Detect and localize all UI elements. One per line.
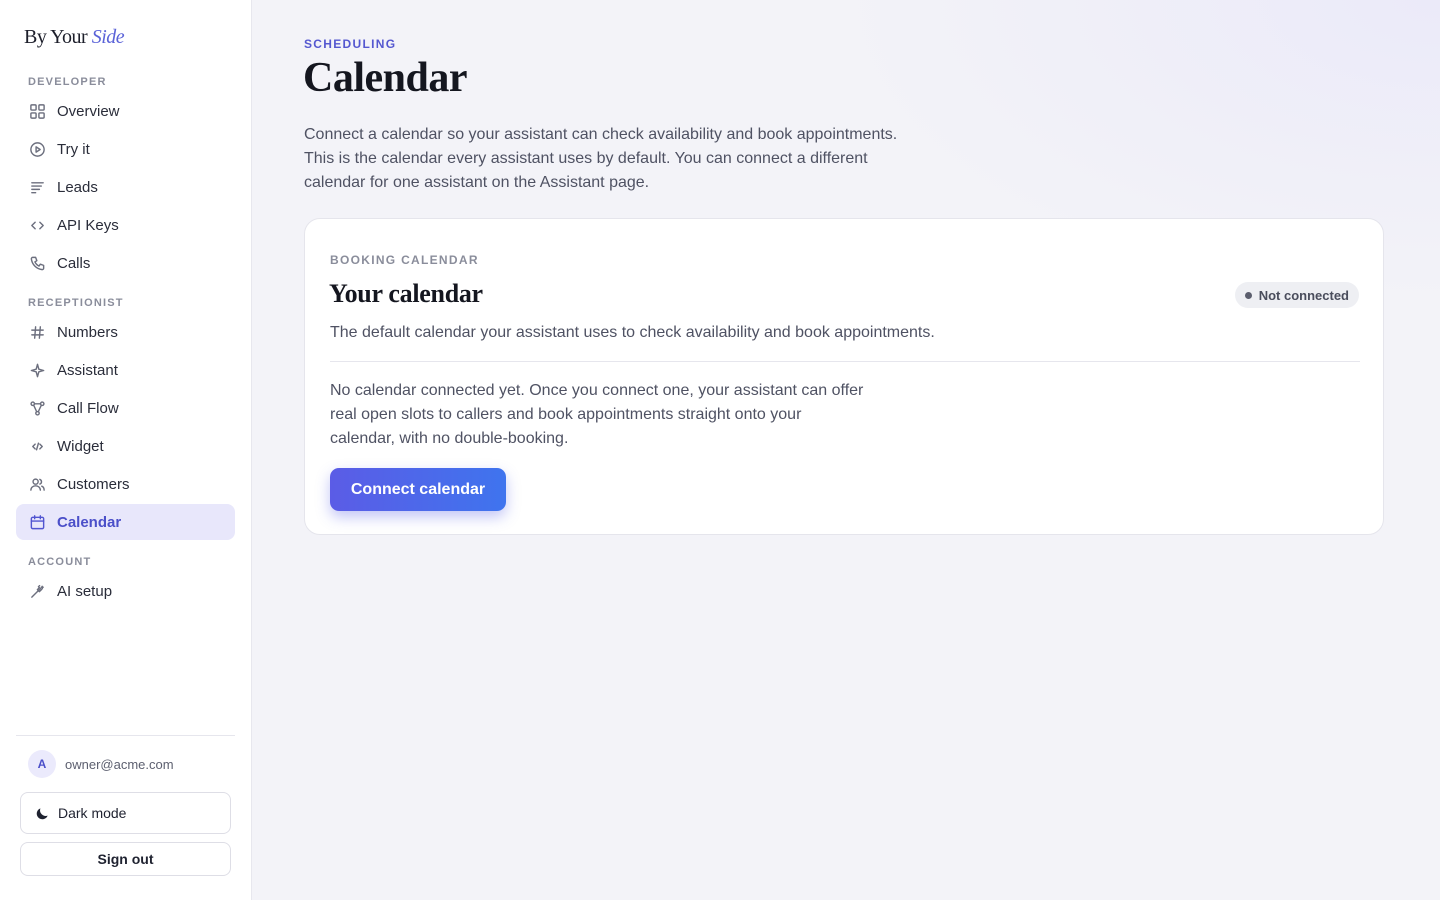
avatar: A <box>28 750 56 778</box>
sidebar-item-label: Call Flow <box>57 399 119 417</box>
sidebar-item-ai-setup[interactable]: AI setup <box>16 573 235 609</box>
play-circle-icon <box>28 140 46 158</box>
sidebar-item-label: Assistant <box>57 361 118 379</box>
moon-icon <box>36 807 48 819</box>
sign-out-button[interactable]: Sign out <box>20 842 231 876</box>
page-eyebrow: SCHEDULING <box>304 37 397 51</box>
dark-mode-button[interactable]: Dark mode <box>20 792 231 834</box>
sidebar-item-label: API Keys <box>57 216 119 234</box>
section-label-developer: DEVELOPER <box>28 76 107 88</box>
connect-calendar-button[interactable]: Connect calendar <box>330 468 506 511</box>
status-label: Not connected <box>1258 287 1349 303</box>
sidebar-item-label: Overview <box>57 102 120 120</box>
calendar-icon <box>28 513 46 531</box>
card-title: Your calendar <box>329 279 483 308</box>
sidebar-item-overview[interactable]: Overview <box>16 93 235 129</box>
user-info: A owner@acme.com <box>28 750 174 778</box>
sidebar-item-try-it[interactable]: Try it <box>16 131 235 167</box>
brand-name-accent: Side <box>91 26 125 48</box>
sidebar: By Your Side DEVELOPER Overview Try it L… <box>0 0 252 900</box>
sidebar-item-calls[interactable]: Calls <box>16 245 235 281</box>
brand-name-plain: By Your <box>24 26 88 48</box>
sidebar-item-customers[interactable]: Customers <box>16 466 235 502</box>
booking-calendar-card: BOOKING CALENDAR Your calendar Not conne… <box>304 218 1384 535</box>
wand-icon <box>28 582 46 600</box>
sidebar-item-leads[interactable]: Leads <box>16 169 235 205</box>
sidebar-item-label: Calendar <box>57 513 122 531</box>
sidebar-item-api-keys[interactable]: API Keys <box>16 207 235 243</box>
sparkle-icon <box>28 361 46 379</box>
status-badge: Not connected <box>1234 282 1359 308</box>
section-label-account: ACCOUNT <box>28 556 92 568</box>
grid-icon <box>28 102 46 120</box>
flow-icon <box>28 399 46 417</box>
status-dot-icon <box>1244 291 1252 299</box>
card-body-text: No calendar connected yet. Once you conn… <box>330 382 864 447</box>
page-description: Connect a calendar so your assistant can… <box>304 126 898 191</box>
sidebar-divider <box>16 735 235 736</box>
lines-icon <box>28 178 46 196</box>
hash-icon <box>28 323 46 341</box>
sidebar-item-label: Try it <box>57 140 90 158</box>
sidebar-item-label: Calls <box>57 254 91 272</box>
code-icon <box>28 216 46 234</box>
user-email: owner@acme.com <box>65 756 174 772</box>
sidebar-item-numbers[interactable]: Numbers <box>16 314 235 350</box>
sidebar-item-label: Widget <box>57 437 104 455</box>
users-icon <box>28 475 46 493</box>
sidebar-item-label: Numbers <box>57 323 118 341</box>
sidebar-item-assistant[interactable]: Assistant <box>16 352 235 388</box>
page-title: Calendar <box>303 55 468 101</box>
phone-icon <box>28 254 46 272</box>
section-label-receptionist: RECEPTIONIST <box>28 297 124 309</box>
sidebar-item-label: AI setup <box>57 582 113 600</box>
card-subtitle: The default calendar your assistant uses… <box>330 324 935 341</box>
card-eyebrow: BOOKING CALENDAR <box>330 253 479 267</box>
card-divider <box>330 361 1360 362</box>
code-small-icon <box>28 437 46 455</box>
sidebar-item-widget[interactable]: Widget <box>16 428 235 464</box>
sidebar-item-calendar[interactable]: Calendar <box>16 504 235 540</box>
brand-logo[interactable]: By Your Side <box>24 26 125 49</box>
sidebar-item-call-flow[interactable]: Call Flow <box>16 390 235 426</box>
sidebar-item-label: Customers <box>57 475 130 493</box>
dark-mode-label: Dark mode <box>58 805 127 821</box>
sidebar-item-label: Leads <box>57 178 98 196</box>
